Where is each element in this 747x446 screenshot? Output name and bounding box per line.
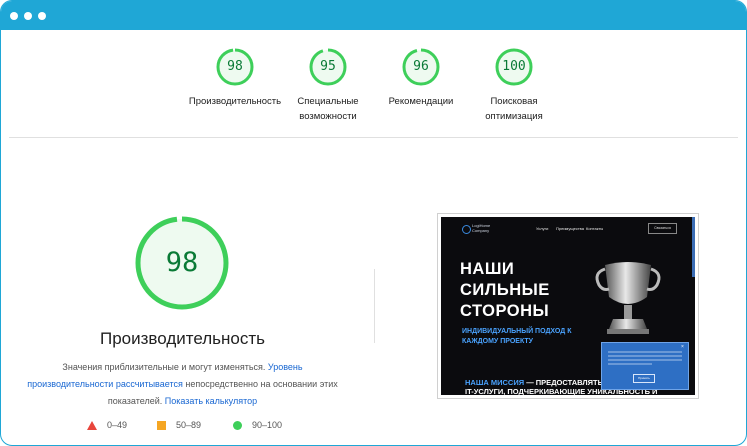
legend-fail: 0–49 [87, 418, 127, 432]
title-bar [1, 1, 746, 30]
popup-accept-button: Принять [633, 374, 655, 383]
circle-icon [233, 421, 242, 431]
site-nav: LogiHome Company Услуги Преимущества Конт… [441, 217, 695, 239]
section-divider [9, 137, 738, 138]
window-dot-icon [10, 12, 18, 20]
gauge-performance-large: 98 [134, 215, 230, 311]
page-title: Производительность [99, 329, 265, 348]
site-nav-link: Контакты [586, 226, 604, 231]
gauge-seo[interactable]: 100 [494, 47, 534, 87]
category-label: Поисковая оптимизация [485, 96, 543, 122]
legend-pass: 90–100 [233, 418, 282, 432]
window-dot-icon [38, 12, 46, 20]
score-value: 96 [413, 59, 429, 74]
score-value: 95 [320, 59, 336, 74]
performance-description: Значения приблизительные и могут изменят… [27, 362, 338, 406]
screenshot-scrollbar [692, 217, 695, 277]
site-logo-text: LogiHome Company [472, 223, 491, 233]
screenshot-content: LogiHome Company Услуги Преимущества Конт… [441, 217, 695, 395]
site-nav-link: Услуги [536, 226, 549, 231]
browser-window: 98 Производительность 95 Специальные возм… [0, 0, 747, 446]
triangle-icon [87, 421, 97, 431]
site-headline: НАШИ СИЛЬНЫЕ СТОРОНЫ [460, 260, 550, 320]
logo-icon [462, 225, 471, 234]
site-nav-button: Связаться [648, 223, 677, 234]
column-divider [374, 269, 375, 343]
score-value: 100 [502, 59, 526, 74]
score-value: 98 [165, 247, 199, 278]
gauge-accessibility[interactable]: 95 [308, 47, 348, 87]
gauge-best-practices[interactable]: 96 [401, 47, 441, 87]
cookie-popup: × Принять [601, 342, 689, 390]
page-screenshot[interactable]: LogiHome Company Услуги Преимущества Конт… [437, 213, 699, 399]
legend-average: 50–89 [157, 418, 201, 432]
trophy-icon [595, 262, 661, 334]
popup-text [608, 349, 682, 369]
site-subheading: ИНДИВИДУАЛЬНЫЙ ПОДХОД К КАЖДОМУ ПРОЕКТУ [462, 328, 572, 345]
square-icon [157, 421, 166, 431]
show-calculator-link[interactable]: Показать калькулятор [165, 396, 257, 406]
window-dot-icon [24, 12, 32, 20]
score-value: 98 [227, 59, 243, 74]
gauge-performance[interactable]: 98 [215, 47, 255, 87]
site-nav-link: Преимущества [556, 226, 584, 231]
